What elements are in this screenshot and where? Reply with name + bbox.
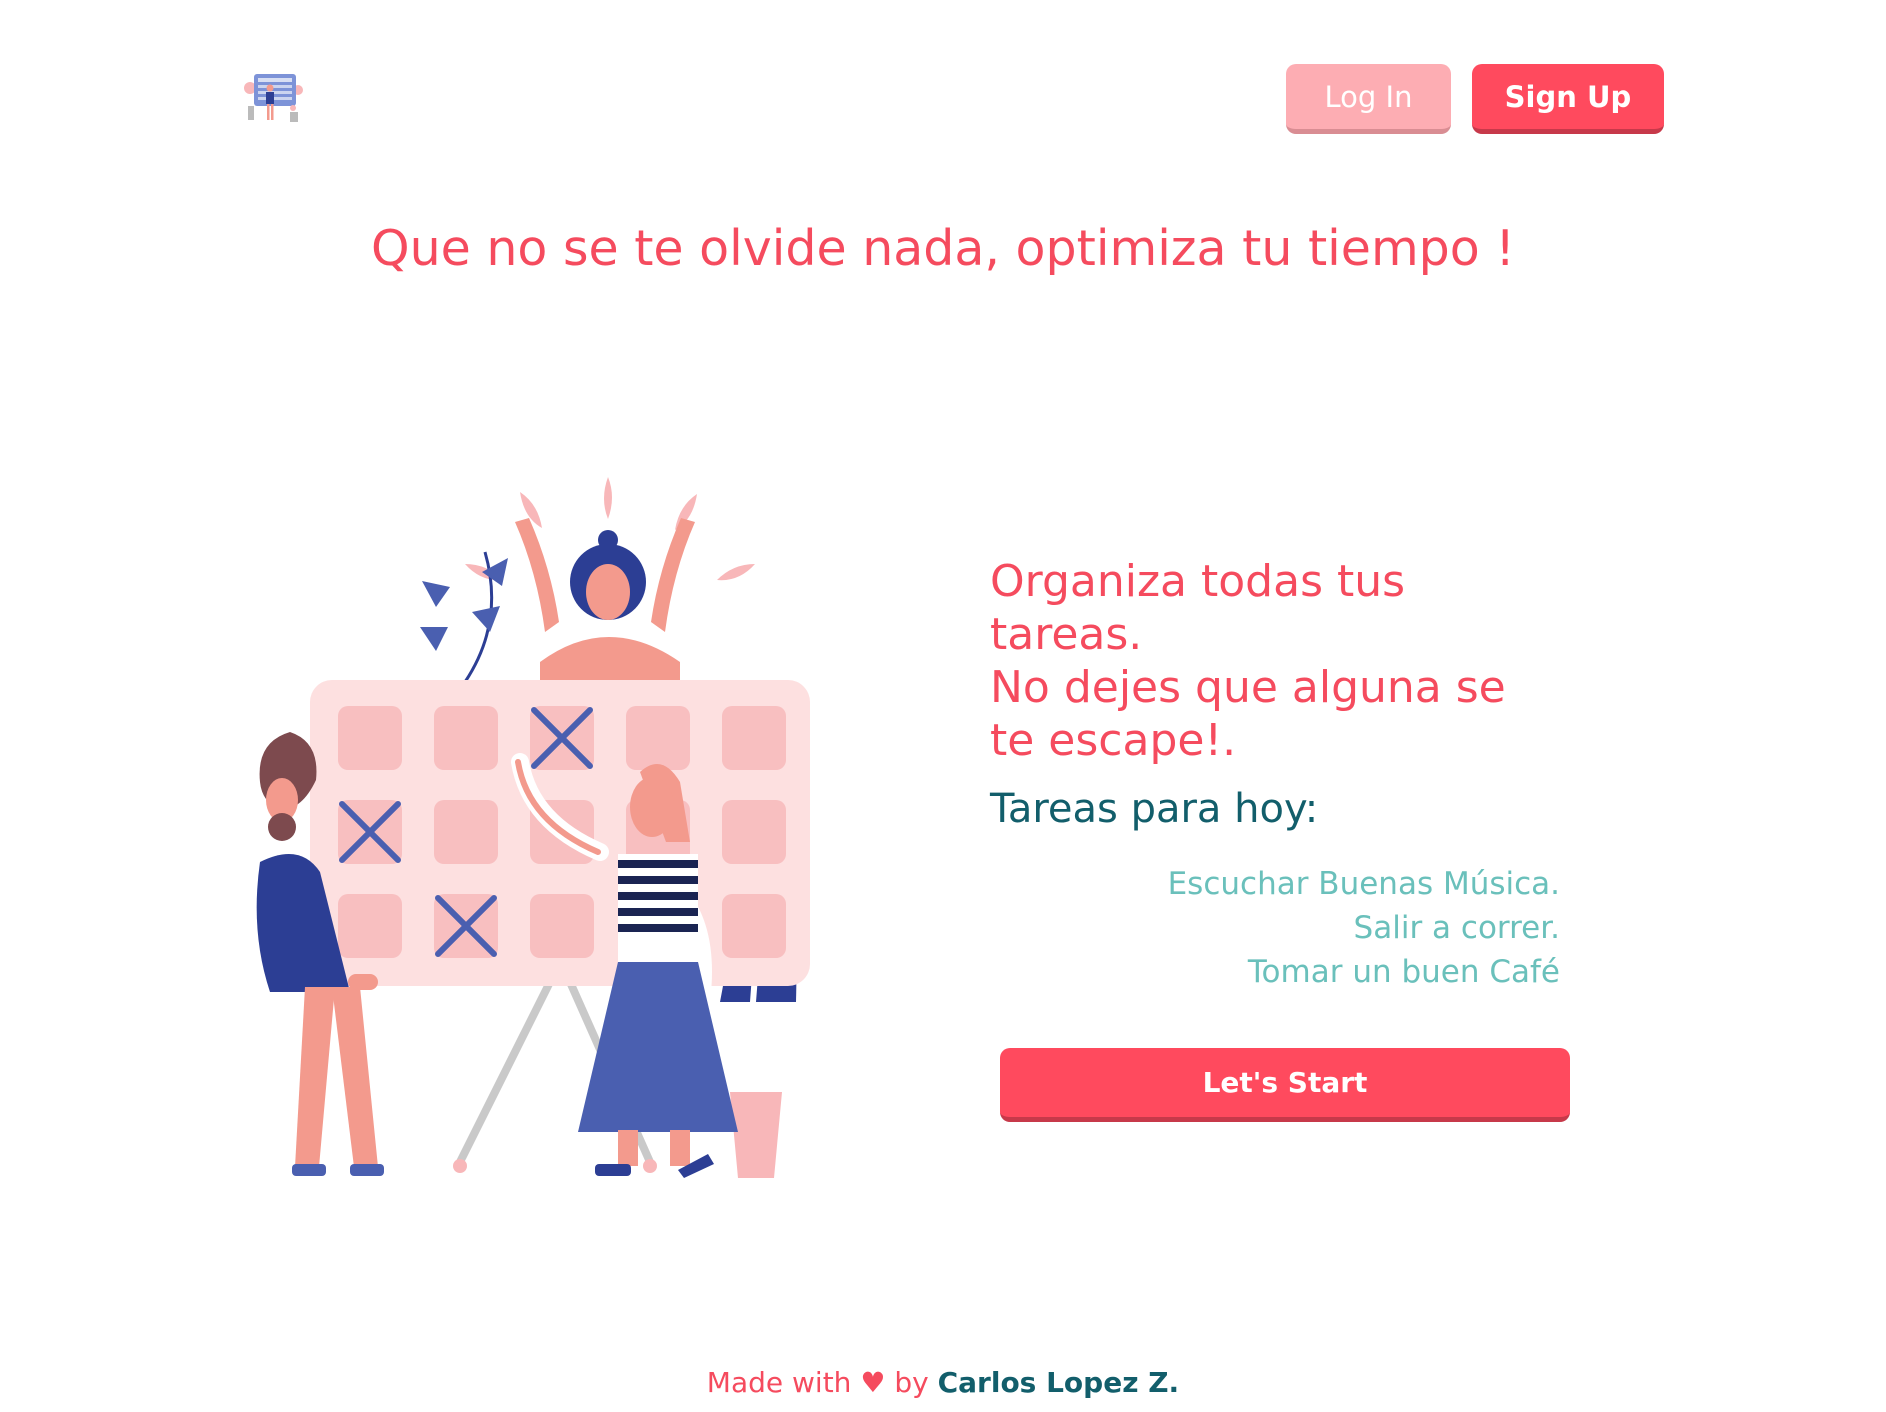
footer-author-link[interactable]: Carlos Lopez Z. (938, 1366, 1180, 1399)
signup-button[interactable]: Sign Up (1472, 64, 1664, 134)
task-item: Escuchar Buenas Música. (1167, 866, 1560, 902)
calendar-people-illustration-icon (210, 462, 880, 1184)
tasks-heading: Tareas para hoy: (990, 786, 1319, 832)
organize-line-2: tareas. (990, 609, 1143, 660)
organize-text: Organiza todas tus tareas. No dejes que … (990, 555, 1550, 767)
login-button-label: Log In (1324, 79, 1413, 114)
signup-button-label: Sign Up (1504, 79, 1632, 114)
organize-line-4: te escape!. (990, 715, 1237, 766)
task-list: Escuchar Buenas Música. Salir a correr. … (1090, 862, 1560, 994)
task-item: Salir a correr. (1353, 910, 1560, 946)
login-button[interactable]: Log In (1286, 64, 1451, 134)
heart-icon: ♥ (860, 1366, 886, 1399)
task-item: Tomar un buen Café (1247, 954, 1560, 990)
organize-line-1: Organiza todas tus (990, 556, 1406, 607)
page-title: Que no se te olvide nada, optimiza tu ti… (371, 220, 1515, 277)
logo-icon[interactable] (240, 68, 308, 132)
footer-made-with: Made with (706, 1366, 852, 1399)
footer-by: by (894, 1366, 929, 1399)
footer: Made with ♥ by Carlos Lopez Z. (0, 1366, 1886, 1399)
lets-start-button[interactable]: Let's Start (1000, 1048, 1570, 1122)
organize-line-3: No dejes que alguna se (990, 662, 1506, 713)
lets-start-button-label: Let's Start (1202, 1066, 1368, 1099)
